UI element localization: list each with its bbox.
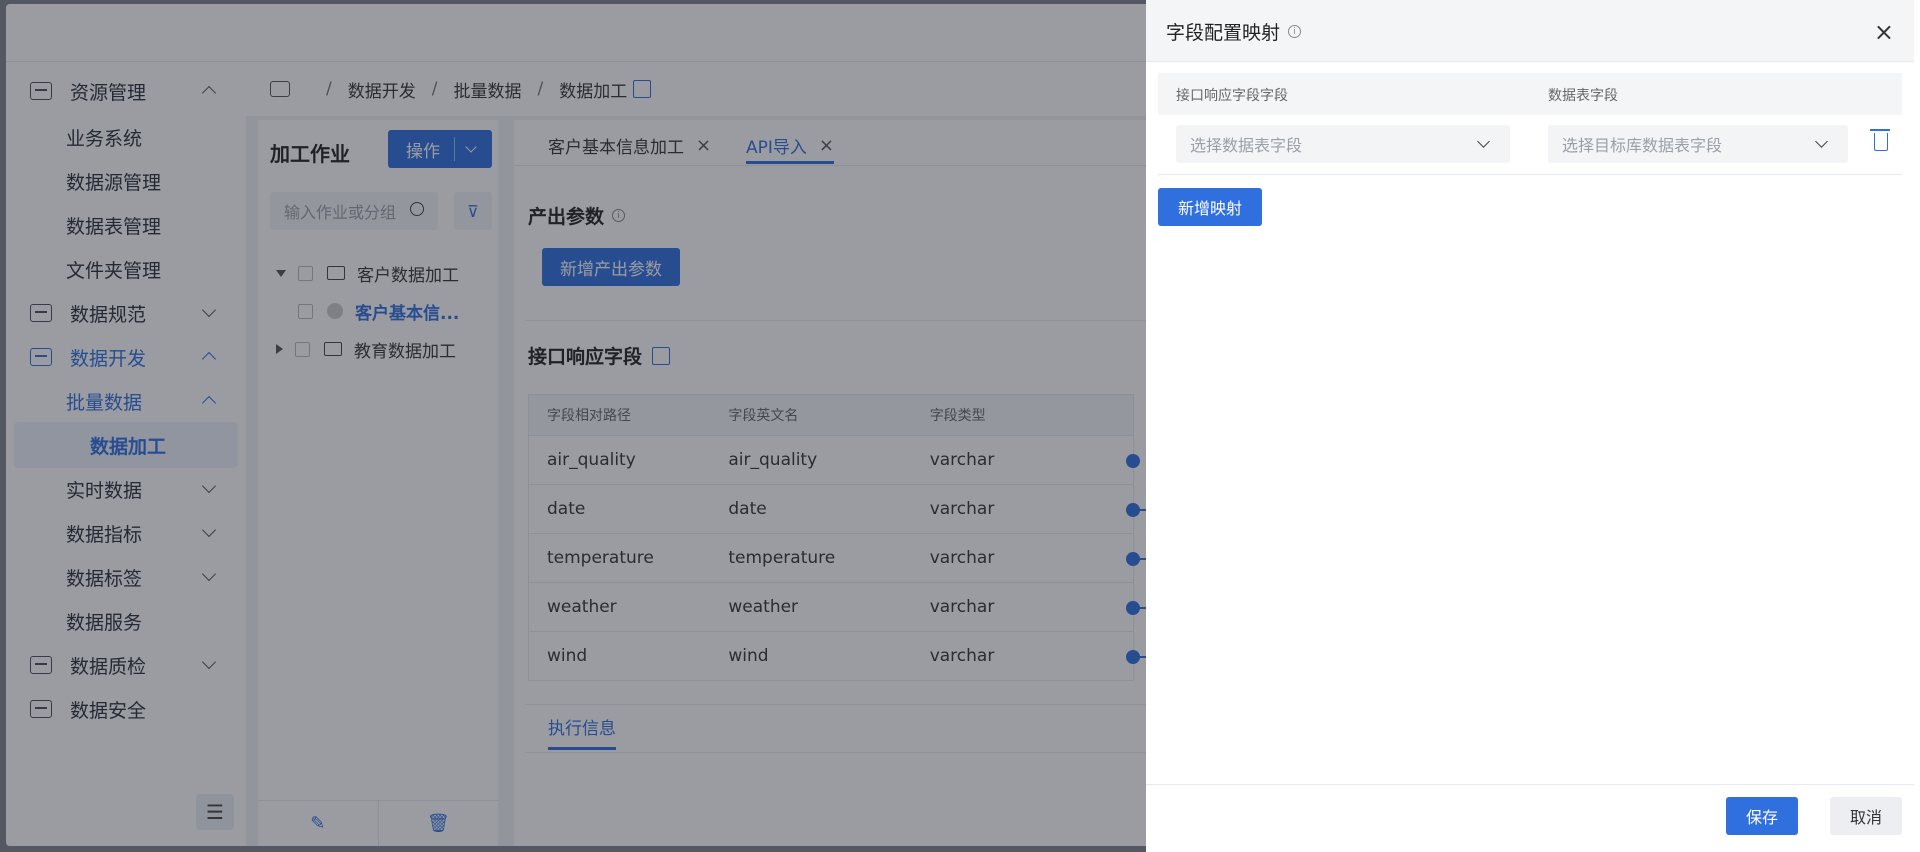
mapping-row: 选择数据表字段 选择目标库数据表字段	[1158, 115, 1902, 175]
info-icon: i	[1288, 25, 1302, 38]
trash-icon[interactable]	[1870, 129, 1890, 151]
drawer-footer: 保存 取消	[1146, 784, 1914, 852]
cancel-button[interactable]: 取消	[1830, 797, 1902, 835]
modal-overlay[interactable]	[0, 0, 1146, 852]
chevron-down-icon	[1477, 135, 1490, 148]
drawer-header: 字段配置映射 i ×	[1146, 0, 1914, 62]
add-mapping-button[interactable]: 新增映射	[1158, 188, 1262, 226]
save-button[interactable]: 保存	[1726, 797, 1798, 835]
drawer-title: 字段配置映射 i	[1166, 18, 1302, 45]
close-icon: ×	[1873, 18, 1894, 46]
chevron-down-icon	[1815, 135, 1828, 148]
field-mapping-drawer: 字段配置映射 i × 接口响应字段字段 数据表字段 选择数据表字段 选择目标库数…	[1146, 0, 1920, 852]
mapping-table-header: 接口响应字段字段 数据表字段	[1158, 73, 1902, 115]
target-field-select[interactable]: 选择目标库数据表字段	[1548, 125, 1848, 163]
close-button[interactable]: ×	[1874, 18, 1894, 46]
source-field-select[interactable]: 选择数据表字段	[1176, 125, 1510, 163]
